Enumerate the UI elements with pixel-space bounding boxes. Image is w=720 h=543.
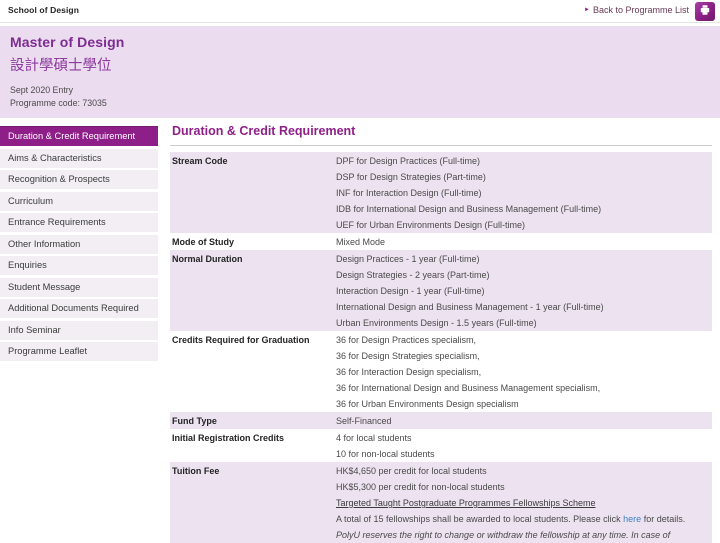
value-line: UEF for Urban Environments Design (Full-… bbox=[336, 220, 526, 230]
sidebar-item-label: Entrance Requirements bbox=[8, 217, 106, 227]
value-line: DSP for Design Strategies (Part-time) bbox=[336, 172, 486, 182]
fellowship-note-after: for details. bbox=[641, 514, 686, 524]
value-line: HK$5,300 per credit for non-local studen… bbox=[336, 482, 505, 492]
row-values: HK$4,650 per credit for local students H… bbox=[336, 463, 712, 543]
sidebar-item-duration-credit-requirement[interactable]: Duration & Credit Requirement bbox=[0, 126, 158, 146]
value-line: 36 for International Design and Business… bbox=[336, 383, 601, 393]
table-row: Normal Duration Design Practices - 1 yea… bbox=[170, 250, 712, 331]
programme-detail-page: School of Design ► Back to Programme List… bbox=[0, 0, 720, 543]
printer-icon bbox=[699, 3, 711, 21]
row-values: 4 for local students 10 for non-local st… bbox=[336, 430, 712, 462]
print-button[interactable] bbox=[695, 2, 715, 21]
value-line: International Design and Business Manage… bbox=[336, 302, 604, 312]
row-values: 36 for Design Practices specialism, 36 f… bbox=[336, 332, 712, 412]
sidebar-item-student-message[interactable]: Student Message bbox=[0, 277, 158, 297]
sidebar-item-programme-leaflet[interactable]: Programme Leaflet bbox=[0, 342, 158, 361]
sidebar-item-label: Enquiries bbox=[8, 260, 47, 270]
programme-code: Programme code: 73035 bbox=[10, 98, 107, 108]
row-label: Fund Type bbox=[172, 416, 217, 426]
table-row: Tuition Fee HK$4,650 per credit for loca… bbox=[170, 462, 712, 543]
row-values: Mixed Mode bbox=[336, 234, 712, 250]
sidebar-item-aims-characteristics[interactable]: Aims & Characteristics bbox=[0, 148, 158, 168]
value-line: Mixed Mode bbox=[336, 237, 386, 247]
sidebar-item-entrance-requirements[interactable]: Entrance Requirements bbox=[0, 213, 158, 232]
sidebar-item-info-seminar[interactable]: Info Seminar bbox=[0, 320, 158, 340]
sidebar-item-label: Student Message bbox=[8, 281, 81, 292]
fellowship-scheme-link[interactable]: Targeted Taught Postgraduate Programmes … bbox=[336, 495, 712, 511]
title-divider bbox=[170, 145, 712, 146]
fellowship-scheme-link-label: Targeted Taught Postgraduate Programmes … bbox=[336, 498, 596, 508]
row-values: Design Practices - 1 year (Full-time) De… bbox=[336, 251, 712, 331]
programme-entry: Sept 2020 Entry bbox=[10, 85, 74, 95]
value-line: Urban Environments Design - 1.5 years (F… bbox=[336, 318, 537, 328]
detail-table: Stream Code DPF for Design Practices (Fu… bbox=[170, 152, 712, 543]
sidebar-item-label: Curriculum bbox=[8, 195, 53, 206]
value-line: 36 for Design Practices specialism, bbox=[336, 335, 477, 345]
value-line: DPF for Design Practices (Full-time) bbox=[336, 156, 481, 166]
programme-title-zh: 設計學碩士學位 bbox=[10, 58, 112, 74]
value-line: Interaction Design - 1 year (Full-time) bbox=[336, 286, 485, 296]
row-label: Tuition Fee bbox=[172, 466, 220, 476]
programme-banner: Master of Design 設計學碩士學位 Sept 2020 Entry… bbox=[0, 26, 720, 118]
fellowship-note: A total of 15 fellowships shall be award… bbox=[336, 511, 712, 527]
row-label: Normal Duration bbox=[172, 254, 243, 264]
row-label: Mode of Study bbox=[172, 237, 234, 247]
here-link[interactable]: here bbox=[623, 514, 641, 524]
table-row: Mode of Study Mixed Mode bbox=[170, 233, 712, 250]
fellowship-disclaimer: PolyU reserves the right to change or wi… bbox=[336, 530, 671, 540]
school-name: School of Design bbox=[8, 5, 80, 15]
back-to-programme-list-link[interactable]: ► Back to Programme List bbox=[584, 5, 689, 15]
sidebar-item-additional-documents-required[interactable]: Additional Documents Required bbox=[0, 299, 158, 318]
sidebar-item-enquiries[interactable]: Enquiries bbox=[0, 256, 158, 275]
sidebar-item-other-information[interactable]: Other Information bbox=[0, 234, 158, 254]
value-line: Design Strategies - 2 years (Part-time) bbox=[336, 270, 490, 280]
row-values: Self-Financed bbox=[336, 413, 712, 429]
sidebar-item-label: Aims & Characteristics bbox=[8, 152, 102, 163]
section-nav-sidebar: Duration & Credit Requirement Aims & Cha… bbox=[0, 126, 158, 364]
sidebar-item-curriculum[interactable]: Curriculum bbox=[0, 191, 158, 211]
sidebar-item-recognition-prospects[interactable]: Recognition & Prospects bbox=[0, 170, 158, 189]
value-line: 10 for non-local students bbox=[336, 449, 435, 459]
value-line: Design Practices - 1 year (Full-time) bbox=[336, 254, 480, 264]
row-label: Credits Required for Graduation bbox=[172, 335, 310, 345]
top-bar: School of Design ► Back to Programme List bbox=[0, 0, 720, 23]
sidebar-item-label: Other Information bbox=[8, 238, 81, 249]
sidebar-item-label: Additional Documents Required bbox=[8, 303, 139, 313]
page-title: Duration & Credit Requirement bbox=[172, 124, 356, 138]
sidebar-item-label: Programme Leaflet bbox=[8, 346, 88, 356]
value-line: 36 for Urban Environments Design special… bbox=[336, 399, 519, 409]
row-label: Initial Registration Credits bbox=[172, 433, 285, 443]
table-row: Stream Code DPF for Design Practices (Fu… bbox=[170, 152, 712, 233]
row-values: DPF for Design Practices (Full-time) DSP… bbox=[336, 153, 712, 233]
sidebar-item-label: Recognition & Prospects bbox=[8, 174, 110, 184]
value-line: IDB for International Design and Busines… bbox=[336, 204, 602, 214]
back-link-label: Back to Programme List bbox=[592, 5, 689, 15]
value-line: 4 for local students bbox=[336, 433, 412, 443]
table-row: Fund Type Self-Financed bbox=[170, 412, 712, 429]
value-line: INF for Interaction Design (Full-time) bbox=[336, 188, 482, 198]
content-panel: Duration & Credit Requirement Stream Cod… bbox=[170, 118, 712, 543]
row-label: Stream Code bbox=[172, 156, 228, 166]
table-row: Credits Required for Graduation 36 for D… bbox=[170, 331, 712, 412]
triangle-right-icon: ► bbox=[584, 7, 590, 13]
value-line: Self-Financed bbox=[336, 416, 392, 426]
value-line: 36 for Design Strategies specialism, bbox=[336, 351, 480, 361]
sidebar-item-label: Duration & Credit Requirement bbox=[8, 131, 136, 141]
table-row: Initial Registration Credits 4 for local… bbox=[170, 429, 712, 462]
sidebar-item-label: Info Seminar bbox=[8, 324, 61, 335]
programme-title-en: Master of Design bbox=[10, 34, 125, 50]
fellowship-note-before: A total of 15 fellowships shall be award… bbox=[336, 514, 624, 524]
value-line: HK$4,650 per credit for local students bbox=[336, 466, 487, 476]
value-line: 36 for Interaction Design specialism, bbox=[336, 367, 482, 377]
